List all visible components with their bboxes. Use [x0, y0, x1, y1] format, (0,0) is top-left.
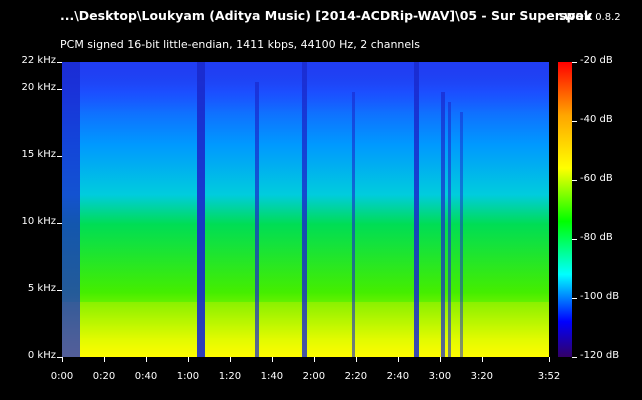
- freq-tick-mark: [57, 155, 62, 157]
- time-tick-mark: [397, 357, 399, 362]
- quiet-2-20: [352, 92, 355, 357]
- db-tick-mark: [572, 180, 577, 181]
- time-tick-label: 3:52: [537, 371, 561, 382]
- db-tick-label: -100 dB: [580, 291, 620, 302]
- db-tick-mark: [572, 357, 577, 358]
- time-tick-label: 0:20: [92, 371, 116, 382]
- time-tick-label: 1:20: [218, 371, 242, 382]
- app-name: spek 0.8.2: [559, 8, 621, 23]
- freq-tick-mark: [57, 62, 62, 63]
- db-tick-label: -20 dB: [580, 55, 613, 66]
- time-tick-mark: [271, 357, 273, 362]
- time-tick-mark: [313, 357, 315, 362]
- spectrogram: [62, 62, 549, 357]
- time-tick-label: 3:00: [428, 371, 452, 382]
- file-title: ...\Desktop\Loukyam (Aditya Music) [2014…: [60, 8, 592, 23]
- freq-tick-label: 5 kHz: [27, 282, 56, 294]
- quiet-1-05: [197, 62, 205, 357]
- time-tick-mark: [355, 357, 357, 362]
- quiet-1-55: [302, 62, 307, 357]
- time-tick-mark: [439, 357, 441, 362]
- time-tick-label: 0:40: [134, 371, 158, 382]
- quiet-3-05: [441, 92, 445, 357]
- time-tick-mark: [103, 357, 105, 362]
- quiet-intro: [62, 62, 80, 357]
- db-tick-mark: [572, 121, 577, 122]
- time-tick-mark: [481, 357, 483, 362]
- time-tick-label: 2:00: [302, 371, 326, 382]
- db-tick-mark: [572, 62, 577, 63]
- time-tick-label: 2:40: [386, 371, 410, 382]
- quiet-1-33: [255, 82, 259, 357]
- freq-tick-label: 15 kHz: [21, 148, 56, 160]
- freq-tick-mark: [57, 88, 62, 90]
- time-tick-mark: [145, 357, 147, 362]
- freq-tick-label: 10 kHz: [21, 215, 56, 227]
- audio-info: PCM signed 16-bit little-endian, 1411 kb…: [60, 38, 420, 51]
- freq-tick-mark: [57, 222, 62, 224]
- time-tick-mark: [229, 357, 231, 362]
- freq-tick-mark: [57, 289, 62, 291]
- db-tick-label: -80 dB: [580, 232, 613, 243]
- freq-tick-label: 22 kHz: [21, 55, 56, 66]
- time-tick-label: 2:20: [344, 371, 368, 382]
- db-colorbar: [558, 62, 572, 357]
- quiet-2-51: [414, 62, 419, 357]
- quiet-3-08: [448, 102, 451, 357]
- app-version: 0.8.2: [595, 12, 621, 23]
- db-tick-mark: [572, 298, 577, 299]
- time-tick-label: 0:00: [50, 371, 74, 382]
- freq-tick-label: 0 kHz: [27, 350, 56, 361]
- quiet-3-14: [460, 112, 463, 357]
- db-tick-label: -60 dB: [580, 173, 613, 184]
- db-tick-label: -40 dB: [580, 114, 613, 125]
- time-tick-label: 1:40: [260, 371, 284, 382]
- db-tick-label: -120 dB: [580, 350, 620, 361]
- db-tick-mark: [572, 239, 577, 240]
- time-tick-mark: [549, 357, 550, 362]
- freq-tick-label: 20 kHz: [21, 81, 56, 93]
- app-name-text: spek: [559, 8, 593, 23]
- time-tick-mark: [187, 357, 189, 362]
- time-tick-label: 3:20: [470, 371, 494, 382]
- time-tick-label: 1:00: [176, 371, 200, 382]
- time-tick-mark: [62, 357, 63, 362]
- spectrogram-graphic: [62, 62, 549, 357]
